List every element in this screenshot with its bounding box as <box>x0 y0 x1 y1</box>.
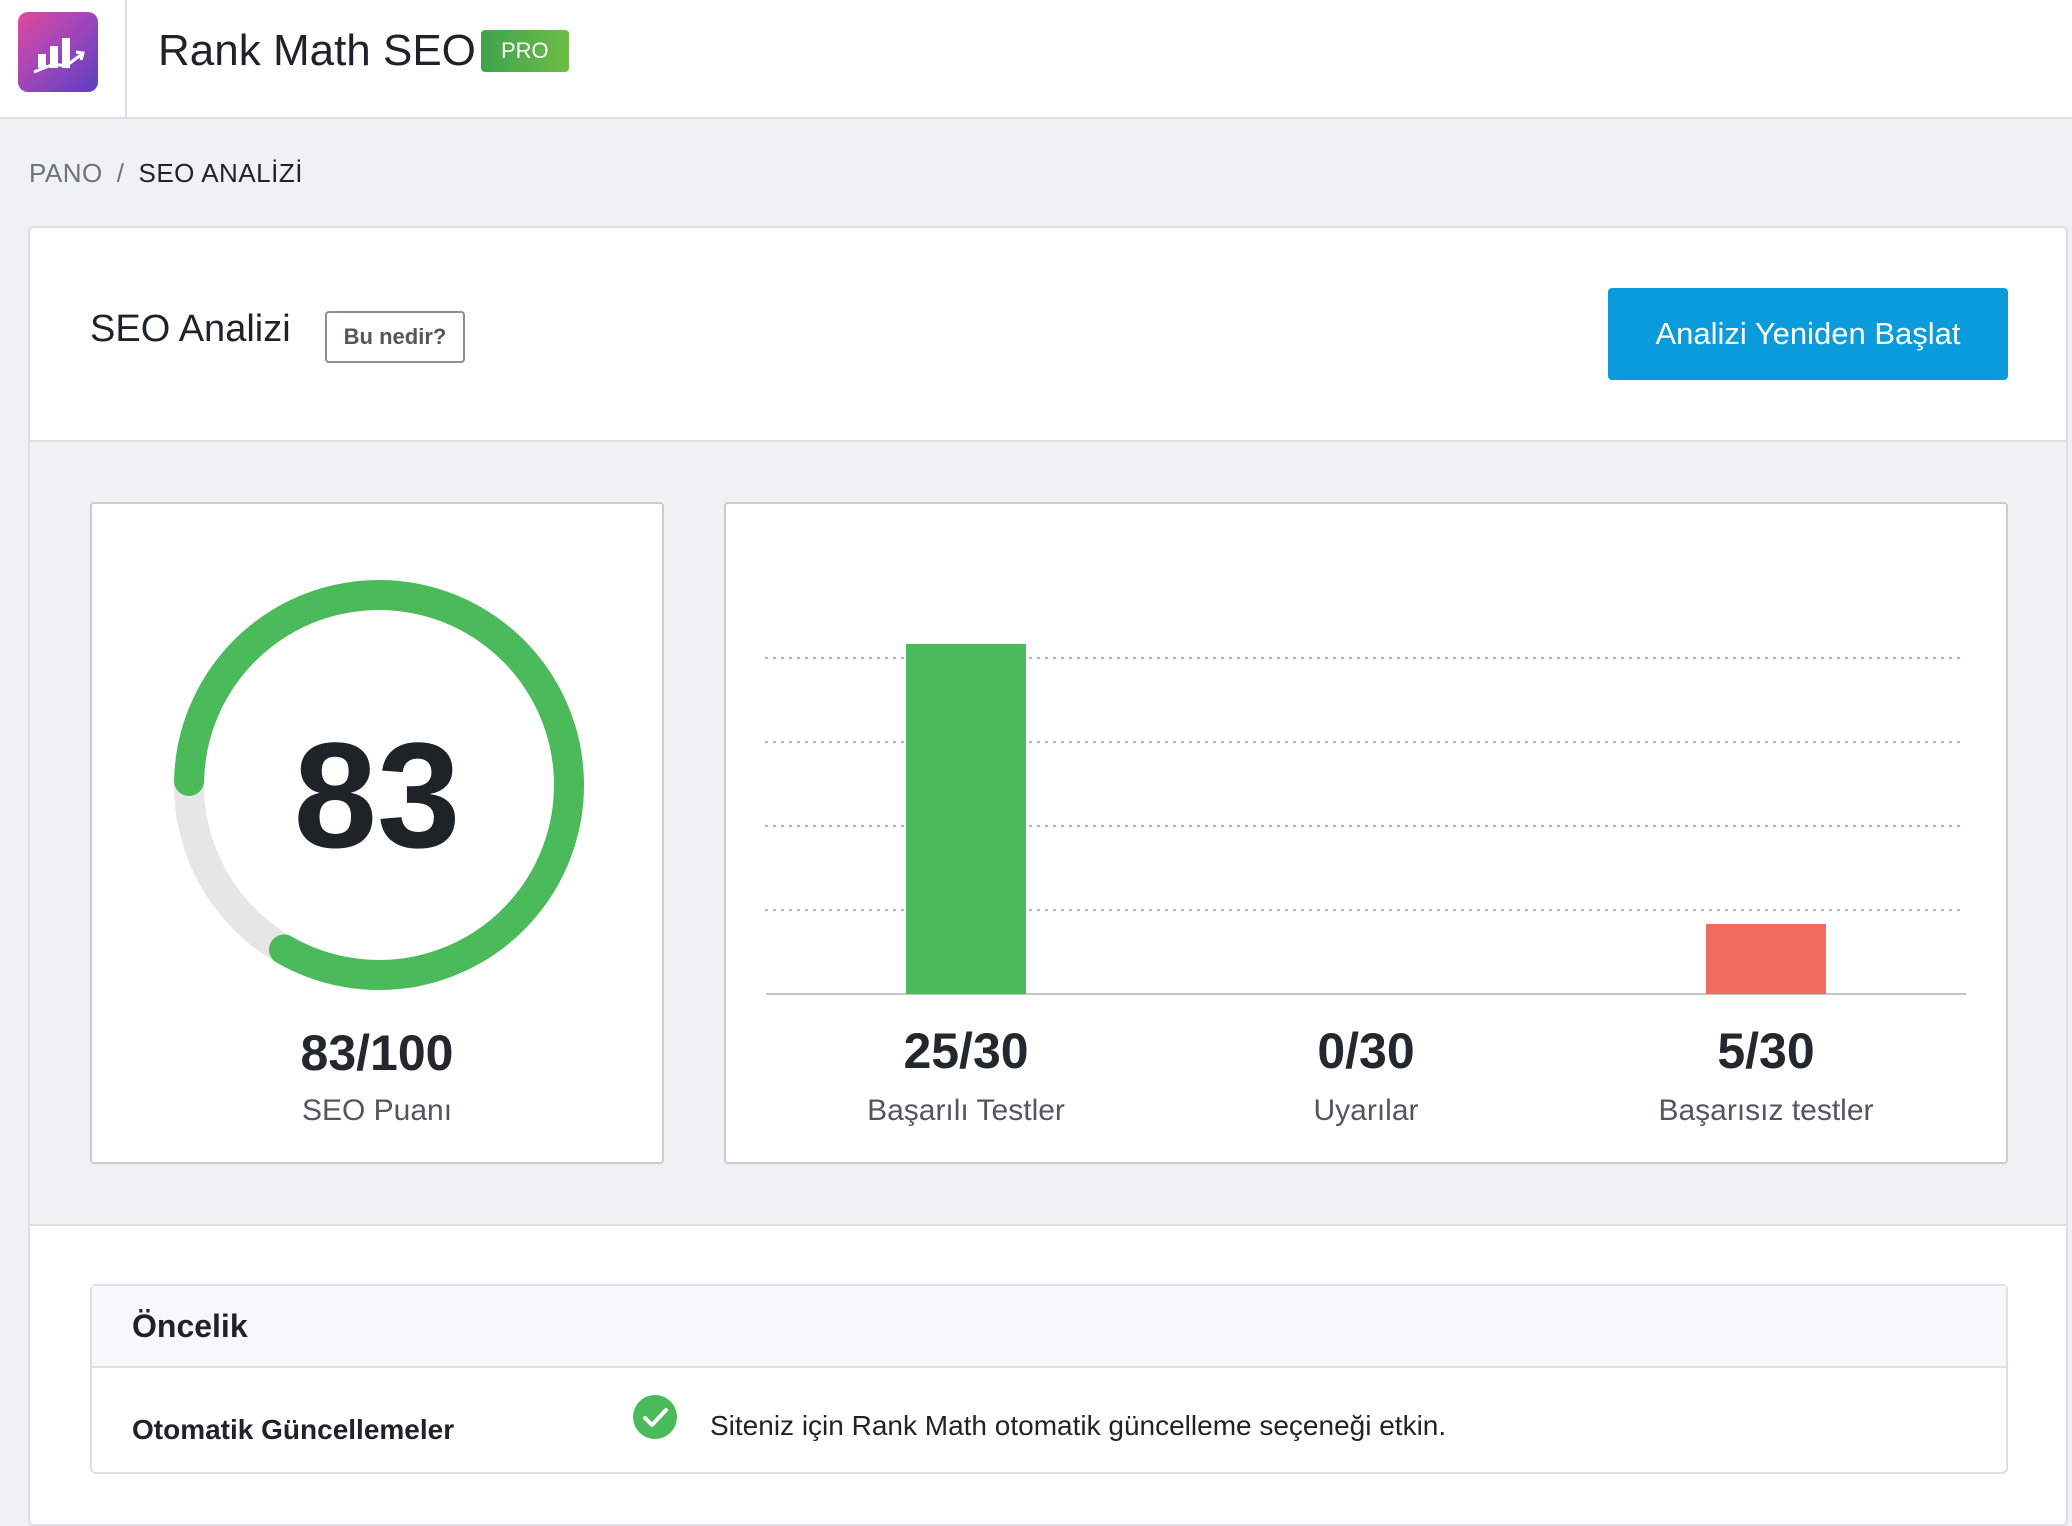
score-label: SEO Puanı <box>301 1094 453 1127</box>
score-box: 83 83/100 SEO Puanı <box>90 502 664 1164</box>
rank-math-chart-icon <box>33 38 85 74</box>
score-fraction: 83/100 <box>300 1025 454 1081</box>
bar-3 <box>1706 924 1826 994</box>
priority-row-text: Siteniz için Rank Math otomatik güncelle… <box>710 1410 1447 1441</box>
bar-1 <box>906 644 1026 994</box>
card-header: SEO Analizi Bu nedir? Analizi Yeniden Ba… <box>30 228 2066 442</box>
breadcrumb: PANO / SEO ANALİZİ <box>29 158 303 189</box>
top-bar: Rank Math SEO PRO <box>0 0 2072 119</box>
score-value: 83 <box>293 711 461 879</box>
breadcrumb-separator: / <box>116 158 125 188</box>
test-results-chart: 25/30 Başarılı Testler 0/30 Uyarılar 5/30 Baş… <box>724 502 2008 1164</box>
priority-panel: Öncelik Otomatik Güncellemeler Siteniz i… <box>90 1284 2008 1474</box>
breadcrumb-current: SEO ANALİZİ <box>138 158 303 188</box>
breadcrumb-link-dashboard[interactable]: PANO <box>29 158 103 188</box>
bar-category-label-2: Uyarılar <box>1313 1094 1419 1127</box>
seo-analysis-card: SEO Analizi Bu nedir? Analizi Yeniden Ba… <box>28 226 2068 1526</box>
stats-area: 83 83/100 SEO Puanı 25/30 Başarılı Testle… <box>30 442 2066 1226</box>
section-title: SEO Analizi <box>90 308 291 350</box>
bar-category-label-1: Başarılı Testler <box>867 1094 1065 1127</box>
logo-container <box>0 0 127 117</box>
rank-math-logo[interactable] <box>18 12 98 92</box>
app-title: Rank Math SEO <box>158 26 476 75</box>
help-button[interactable]: Bu nedir? <box>325 311 465 363</box>
check-circle-icon <box>633 1395 677 1439</box>
bar-value-label-3: 5/30 <box>1717 1023 1815 1079</box>
restart-analysis-button[interactable]: Analizi Yeniden Başlat <box>1608 288 2008 380</box>
priority-row-label: Otomatik Güncellemeler <box>132 1414 455 1445</box>
bar-category-label-3: Başarısız testler <box>1658 1094 1874 1127</box>
priority-header: Öncelik <box>92 1286 2006 1368</box>
bar-value-label-1: 25/30 <box>903 1023 1029 1079</box>
bar-value-label-2: 0/30 <box>1317 1023 1415 1079</box>
priority-title: Öncelik <box>132 1308 248 1344</box>
pro-badge: PRO <box>481 30 569 72</box>
